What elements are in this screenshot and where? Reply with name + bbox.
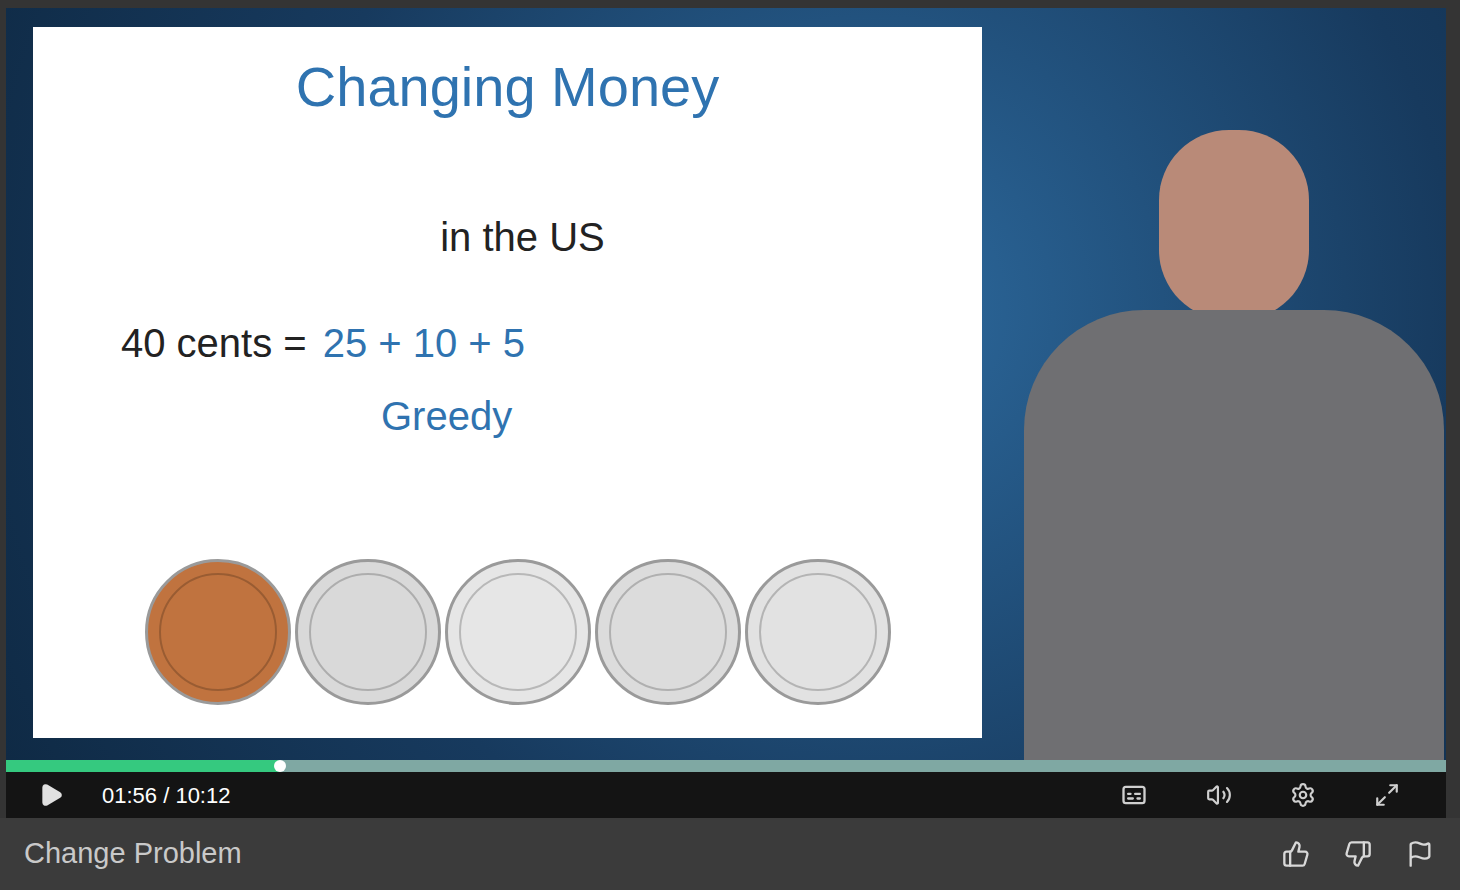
coin-row: [33, 559, 982, 738]
presenter-head: [1159, 130, 1309, 320]
play-button[interactable]: [36, 780, 66, 810]
equation-left: 40 cents =: [121, 318, 307, 368]
progress-bar[interactable]: [6, 760, 1446, 772]
slide-subtitle: in the US: [33, 212, 982, 262]
flag-icon[interactable]: [1406, 840, 1434, 868]
control-icons: [1120, 781, 1416, 809]
feedback-icons: [1282, 840, 1436, 868]
progress-knob[interactable]: [274, 760, 286, 772]
coin-inner-ring: [609, 573, 727, 691]
presenter-body: [1024, 310, 1444, 760]
presenter-area: [982, 27, 1446, 760]
thumbs-up-icon[interactable]: [1282, 840, 1310, 868]
play-icon: [38, 782, 64, 808]
control-bar: 01:56 / 10:12: [6, 772, 1446, 818]
progress-fill: [6, 760, 280, 772]
coin-image: [595, 559, 741, 705]
lecture-bar: Change Problem: [0, 818, 1460, 890]
gear-icon[interactable]: [1290, 782, 1316, 808]
coin-image: [295, 559, 441, 705]
equation-row: 40 cents = 25 + 10 + 5: [33, 318, 982, 368]
slide-caption: Greedy: [33, 390, 982, 442]
coin-image: [745, 559, 891, 705]
thumbs-down-icon[interactable]: [1344, 840, 1372, 868]
fullscreen-icon[interactable]: [1374, 782, 1400, 808]
video-player[interactable]: Changing Money in the US 40 cents = 25 + 10…: [6, 8, 1446, 818]
video-frame[interactable]: Changing Money in the US 40 cents = 25 + 10…: [6, 8, 1446, 760]
coin-inner-ring: [459, 573, 577, 691]
coin-image: [445, 559, 591, 705]
player-page: Changing Money in the US 40 cents = 25 + 10…: [0, 0, 1460, 890]
equation-right: 25 + 10 + 5: [323, 318, 525, 368]
captions-icon[interactable]: [1120, 781, 1148, 809]
slide-title: Changing Money: [33, 27, 982, 121]
coin-image: [145, 559, 291, 705]
volume-icon[interactable]: [1206, 782, 1232, 808]
time-display: 01:56 / 10:12: [102, 779, 230, 812]
coin-inner-ring: [759, 573, 877, 691]
coin-inner-ring: [159, 573, 277, 691]
slide: Changing Money in the US 40 cents = 25 + 10…: [33, 27, 982, 738]
coin-inner-ring: [309, 573, 427, 691]
lecture-title: Change Problem: [24, 832, 242, 876]
